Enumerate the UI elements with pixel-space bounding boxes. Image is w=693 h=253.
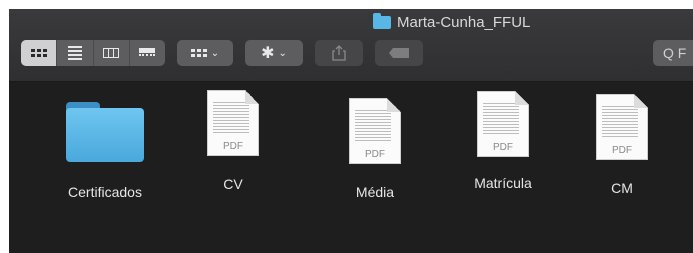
toolbar: ⌄ ✱ ⌄ Q F (9, 39, 693, 69)
grid-icon (30, 49, 47, 57)
file-item-media[interactable]: PDF Média (320, 98, 430, 200)
pdf-document-icon: PDF (477, 91, 529, 157)
gear-icon: ✱ (261, 45, 275, 62)
gallery-icon (139, 47, 156, 59)
tag-button[interactable] (375, 40, 423, 66)
share-button[interactable] (315, 40, 363, 66)
group-by-button[interactable]: ⌄ (177, 40, 233, 66)
view-switcher (21, 40, 165, 66)
chevron-down-icon: ⌄ (210, 47, 220, 59)
chevron-down-icon: ⌄ (278, 47, 287, 59)
icon-view-button[interactable] (21, 40, 58, 66)
gallery-view-button[interactable] (130, 40, 165, 66)
search-placeholder: Q F (663, 45, 687, 61)
file-area: Certificados PDF CV PDF Média PDF Matríc… (9, 82, 693, 253)
file-item-matricula[interactable]: PDF Matrícula (448, 91, 558, 191)
item-label: Matrícula (474, 175, 532, 191)
list-view-button[interactable] (57, 40, 94, 66)
pdf-document-icon: PDF (349, 98, 401, 164)
search-field[interactable]: Q F (653, 40, 693, 66)
file-item-cv[interactable]: PDF CV (178, 90, 288, 192)
list-icon (67, 46, 82, 60)
action-menu-button[interactable]: ✱ ⌄ (245, 40, 303, 66)
folder-item-certificados[interactable]: Certificados (50, 102, 160, 200)
title-bar: Marta-Cunha_FFUL ⌄ ✱ ⌄ Q F (9, 9, 693, 82)
item-label: Média (355, 184, 395, 200)
columns-icon (103, 48, 120, 58)
file-item-cm[interactable]: PDF CM (567, 94, 677, 196)
folder-icon (373, 12, 391, 29)
tag-icon (389, 48, 409, 58)
item-label: Certificados (68, 184, 142, 200)
share-icon (332, 45, 346, 61)
finder-window: Marta-Cunha_FFUL ⌄ ✱ ⌄ Q F Certificados … (9, 9, 693, 253)
window-title: Marta-Cunha_FFUL (373, 12, 530, 32)
pdf-document-icon: PDF (596, 94, 648, 160)
column-view-button[interactable] (94, 40, 130, 66)
folder-icon (66, 102, 144, 162)
pdf-document-icon: PDF (207, 90, 259, 156)
item-label: CV (223, 176, 243, 192)
item-label: CM (611, 180, 633, 196)
window-title-text: Marta-Cunha_FFUL (397, 13, 531, 31)
group-grid-icon (190, 49, 207, 57)
